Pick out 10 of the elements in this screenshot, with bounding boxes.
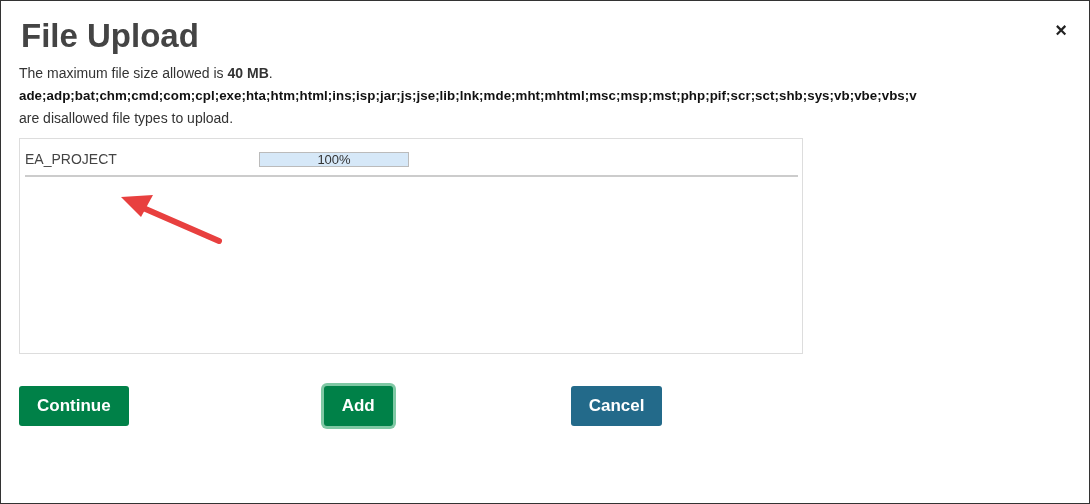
close-button[interactable]: ×: [1053, 19, 1069, 42]
cancel-button[interactable]: Cancel: [570, 386, 663, 426]
disallowed-file-types: ade;adp;bat;chm;cmd;com;cpl;exe;hta;htm;html;ins;isp;jar;js;jse;lib;lnk;mde;mht;mhtml;msc;msp;mst;php;pif;scr;sct;shb;sys;vb;vbe;vbs;v: [19, 88, 917, 103]
dialog-title: File Upload: [21, 17, 199, 55]
size-note: The maximum file size allowed is 40 MB.: [19, 65, 273, 81]
add-button[interactable]: Add: [323, 386, 393, 426]
continue-button[interactable]: Continue: [19, 386, 129, 426]
file-name: EA_PROJECT: [25, 151, 118, 167]
disallowed-note: are disallowed file types to upload.: [19, 110, 234, 126]
progress-reading: 100%: [316, 152, 352, 166]
